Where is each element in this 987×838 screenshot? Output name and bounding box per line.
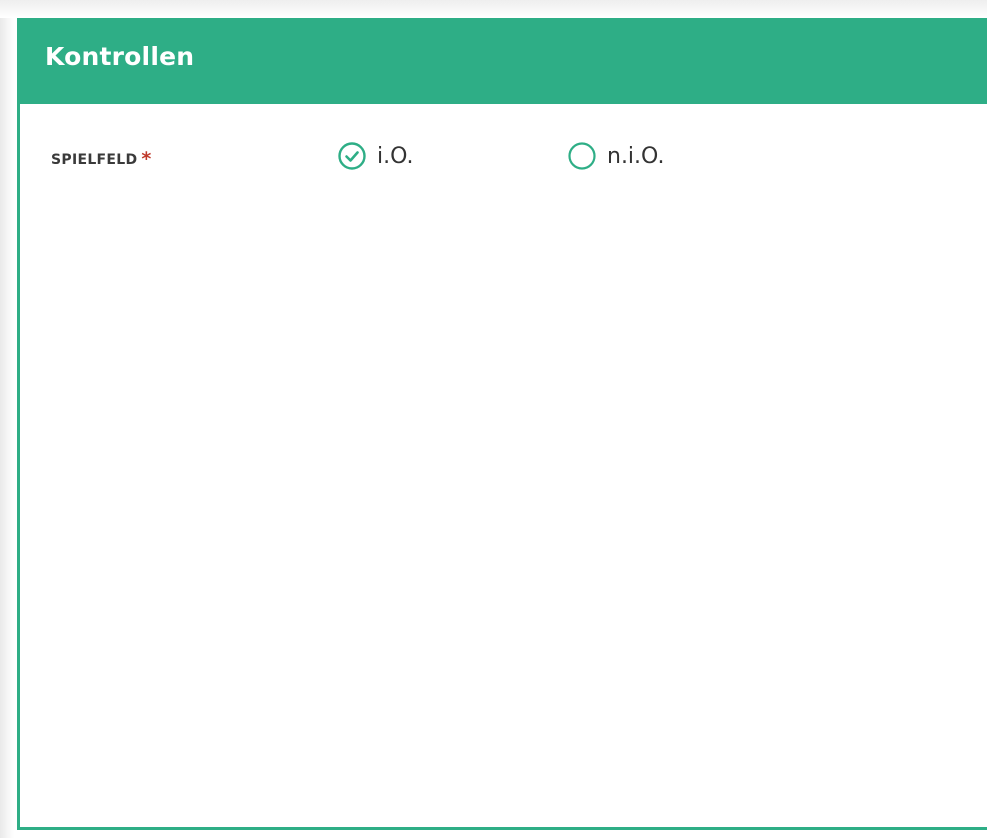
radio-option-nio[interactable]: n.i.O. — [567, 136, 664, 176]
panel-header: Kontrollen — [20, 18, 987, 104]
page: Kontrollen SPIELFELD * i.O. n.i.O. — [0, 0, 987, 838]
radio-option-io[interactable]: i.O. — [337, 136, 414, 176]
page-shadow-left — [0, 0, 14, 838]
field-label: SPIELFELD * — [51, 148, 152, 170]
page-shadow-top — [0, 0, 987, 18]
panel-title: Kontrollen — [45, 42, 195, 71]
kontrollen-panel: Kontrollen SPIELFELD * i.O. n.i.O. — [17, 18, 987, 830]
required-marker: * — [141, 148, 152, 170]
radio-label-io: i.O. — [377, 143, 414, 169]
radio-label-nio: n.i.O. — [607, 143, 665, 169]
check-circle-icon[interactable] — [337, 141, 367, 171]
field-label-text: SPIELFELD — [51, 152, 138, 168]
radio-empty-icon[interactable] — [567, 141, 597, 171]
